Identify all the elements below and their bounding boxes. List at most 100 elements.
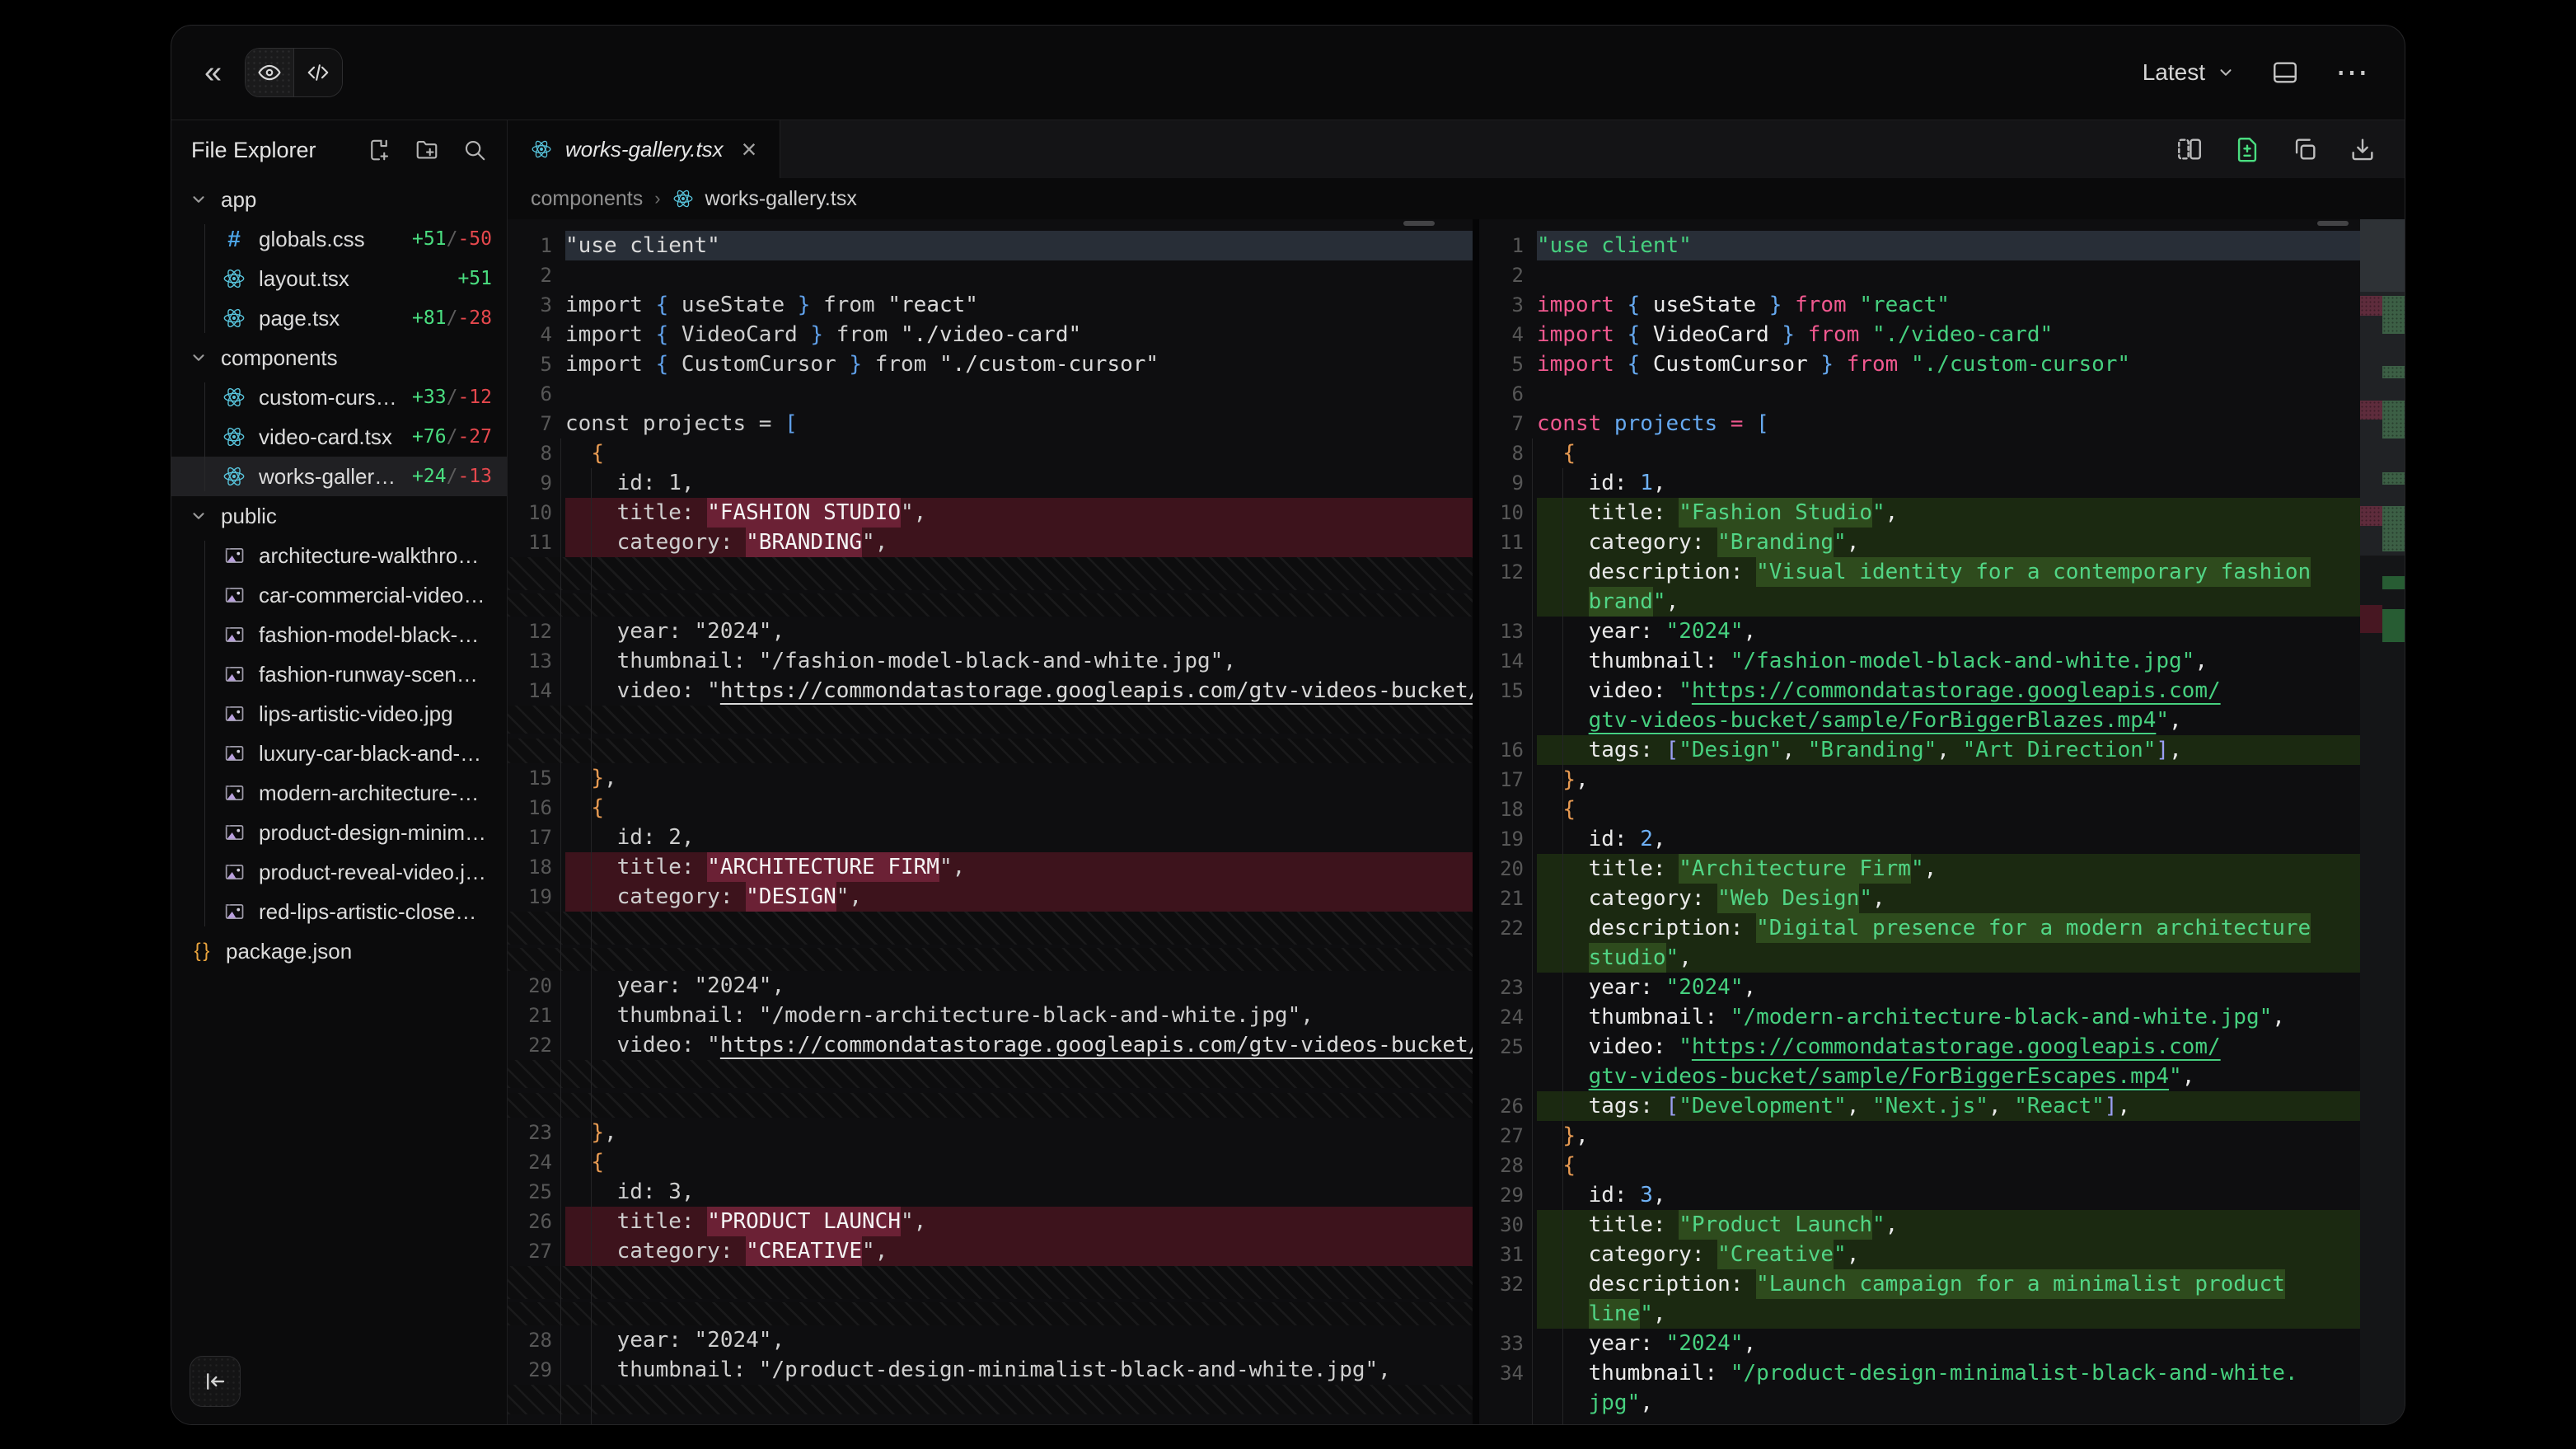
code-line-new-30[interactable]: 30 title: "Product Launch",	[1479, 1210, 2360, 1240]
code-line-new-29[interactable]: 29 id: 3,	[1479, 1180, 2360, 1210]
code-line-new-2[interactable]: 2	[1479, 260, 2360, 290]
new-file-icon[interactable]	[367, 138, 391, 162]
code-line-old-25[interactable]: 25 id: 3,	[508, 1177, 1473, 1207]
code-line-new-5[interactable]: 5import { CustomCursor } from "./custom-…	[1479, 349, 2360, 379]
folder-app[interactable]: app	[171, 180, 507, 219]
file-architecture-walkthro-[interactable]: architecture-walkthro…	[171, 536, 507, 575]
diff-pane-original[interactable]: 1"use client"23import { useState } from …	[508, 219, 1473, 1425]
code-line-old-22[interactable]: 22 video: "https://commondatastorage.goo…	[508, 1030, 1473, 1060]
code-line-old-1[interactable]: 1"use client"	[508, 231, 1473, 260]
horizontal-scrollbar[interactable]	[1403, 221, 1435, 226]
split-view-icon[interactable]	[2176, 135, 2204, 163]
search-icon[interactable]	[462, 138, 487, 162]
panel-bottom-icon[interactable]	[2271, 59, 2299, 87]
preview-toggle-button[interactable]	[246, 49, 294, 96]
code-line-old-5[interactable]: 5import { CustomCursor } from "./custom-…	[508, 349, 1473, 379]
close-tab-icon[interactable]: ×	[742, 136, 757, 162]
tab-works-gallery[interactable]: works-gallery.tsx ×	[508, 120, 780, 178]
code-line-new-17[interactable]: 17 },	[1479, 765, 2360, 795]
file-page.tsx[interactable]: page.tsx+81/-28	[171, 298, 507, 338]
file-product-design-minim-[interactable]: product-design-minim…	[171, 813, 507, 852]
code-line-old-12[interactable]: 12 year: "2024",	[508, 617, 1473, 646]
code-line-old-20[interactable]: 20 year: "2024",	[508, 971, 1473, 1001]
code-line-old-28[interactable]: 28 year: "2024",	[508, 1325, 1473, 1355]
code-line-wrap[interactable]: studio",	[1479, 943, 2360, 973]
code-line-new-1[interactable]: 1"use client"	[1479, 231, 2360, 260]
collapsed-region[interactable]	[508, 706, 1473, 734]
version-selector[interactable]: Latest	[2143, 59, 2235, 86]
code-line-new-11[interactable]: 11 category: "Branding",	[1479, 528, 2360, 557]
code-line-new-20[interactable]: 20 title: "Architecture Firm",	[1479, 854, 2360, 884]
code-line-old-17[interactable]: 17 id: 2,	[508, 823, 1473, 852]
diff-pane-modified[interactable]: 1"use client"23import { useState } from …	[1479, 219, 2360, 1425]
code-line-wrap[interactable]: line",	[1479, 1299, 2360, 1329]
code-line-old-21[interactable]: 21 thumbnail: "/modern-architecture-blac…	[508, 1001, 1473, 1030]
code-line-old-24[interactable]: 24 {	[508, 1147, 1473, 1177]
code-line-old-13[interactable]: 13 thumbnail: "/fashion-model-black-and-…	[508, 646, 1473, 676]
file-luxury-car-black-and-[interactable]: luxury-car-black-and-…	[171, 734, 507, 773]
code-line-new-15[interactable]: 15 video: "https://commondatastorage.goo…	[1479, 676, 2360, 706]
folder-components[interactable]: components	[171, 338, 507, 377]
file-custom-curs-[interactable]: custom-curs…+33/-12	[171, 377, 507, 417]
code-line-old-26[interactable]: 26 title: "PRODUCT LAUNCH",	[508, 1207, 1473, 1236]
file-layout.tsx[interactable]: layout.tsx+51	[171, 259, 507, 298]
code-line-new-24[interactable]: 24 thumbnail: "/modern-architecture-blac…	[1479, 1002, 2360, 1032]
collapsed-region[interactable]	[508, 557, 1473, 590]
collapsed-region[interactable]	[508, 1266, 1473, 1299]
code-line-old-8[interactable]: 8 {	[508, 438, 1473, 468]
code-line-wrap[interactable]: gtv-videos-bucket/sample/ForBiggerBlazes…	[1479, 706, 2360, 735]
file-car-commercial-video-[interactable]: car-commercial-video…	[171, 575, 507, 615]
code-line-new-8[interactable]: 8 {	[1479, 438, 2360, 468]
code-line-new-27[interactable]: 27 },	[1479, 1121, 2360, 1151]
code-line-new-7[interactable]: 7const projects = [	[1479, 409, 2360, 438]
code-line-old-4[interactable]: 4import { VideoCard } from "./video-card…	[508, 320, 1473, 349]
code-line-new-21[interactable]: 21 category: "Web Design",	[1479, 884, 2360, 913]
code-line-new-23[interactable]: 23 year: "2024",	[1479, 973, 2360, 1002]
code-toggle-button[interactable]	[294, 49, 342, 96]
code-line-old-29[interactable]: 29 thumbnail: "/product-design-minimalis…	[508, 1355, 1473, 1385]
code-line-new-22[interactable]: 22 description: "Digital presence for a …	[1479, 913, 2360, 943]
code-line-new-4[interactable]: 4import { VideoCard } from "./video-card…	[1479, 320, 2360, 349]
breadcrumb-file[interactable]: works-gallery.tsx	[705, 187, 857, 211]
collapse-sidebar-button[interactable]	[190, 1356, 241, 1407]
code-line-wrap[interactable]: brand",	[1479, 587, 2360, 617]
folder-public[interactable]: public	[171, 496, 507, 536]
copy-icon[interactable]	[2291, 135, 2319, 163]
code-line-old-18[interactable]: 18 title: "ARCHITECTURE FIRM",	[508, 852, 1473, 882]
collapsed-region[interactable]	[508, 1060, 1473, 1088]
code-line-old-27[interactable]: 27 category: "CREATIVE",	[508, 1236, 1473, 1266]
file-modern-architecture-[interactable]: modern-architecture-…	[171, 773, 507, 813]
code-line-new-16[interactable]: 16 tags: ["Design", "Branding", "Art Dir…	[1479, 735, 2360, 765]
more-options-icon[interactable]: ⋯	[2335, 56, 2372, 89]
code-line-old-3[interactable]: 3import { useState } from "react"	[508, 290, 1473, 320]
code-line-old-11[interactable]: 11 category: "BRANDING",	[508, 528, 1473, 557]
code-line-new-18[interactable]: 18 {	[1479, 795, 2360, 824]
new-folder-icon[interactable]	[415, 138, 439, 162]
collapsed-region[interactable]	[508, 1385, 1473, 1414]
code-line-new-28[interactable]: 28 {	[1479, 1151, 2360, 1180]
code-line-new-10[interactable]: 10 title: "Fashion Studio",	[1479, 498, 2360, 528]
collapsed-region[interactable]	[508, 1302, 1473, 1325]
pane-divider[interactable]	[1473, 219, 1479, 1425]
code-line-old-15[interactable]: 15 },	[508, 763, 1473, 793]
file-globals.css[interactable]: #globals.css+51/-50	[171, 219, 507, 259]
download-icon[interactable]	[2349, 135, 2377, 163]
code-line-new-19[interactable]: 19 id: 2,	[1479, 824, 2360, 854]
collapsed-region[interactable]	[508, 739, 1473, 763]
code-line-new-25[interactable]: 25 video: "https://commondatastorage.goo…	[1479, 1032, 2360, 1062]
code-line-new-34[interactable]: 34 thumbnail: "/product-design-minimalis…	[1479, 1358, 2360, 1388]
collapse-panel-icon[interactable]: «	[204, 57, 222, 88]
collapsed-region[interactable]	[508, 593, 1473, 617]
code-line-new-9[interactable]: 9 id: 1,	[1479, 468, 2360, 498]
code-line-old-6[interactable]: 6	[508, 379, 1473, 409]
code-line-new-6[interactable]: 6	[1479, 379, 2360, 409]
code-line-old-16[interactable]: 16 {	[508, 793, 1473, 823]
code-line-new-12[interactable]: 12 description: "Visual identity for a c…	[1479, 557, 2360, 587]
file-works-galler-[interactable]: works-galler…+24/-13	[171, 457, 507, 496]
file-fashion-model-black-[interactable]: fashion-model-black-…	[171, 615, 507, 654]
code-line-old-10[interactable]: 10 title: "FASHION STUDIO",	[508, 498, 1473, 528]
code-line-wrap[interactable]: gtv-videos-bucket/sample/ForBiggerEscape…	[1479, 1062, 2360, 1091]
code-line-old-2[interactable]: 2	[508, 260, 1473, 290]
code-line-old-19[interactable]: 19 category: "DESIGN",	[508, 882, 1473, 912]
code-line-new-14[interactable]: 14 thumbnail: "/fashion-model-black-and-…	[1479, 646, 2360, 676]
